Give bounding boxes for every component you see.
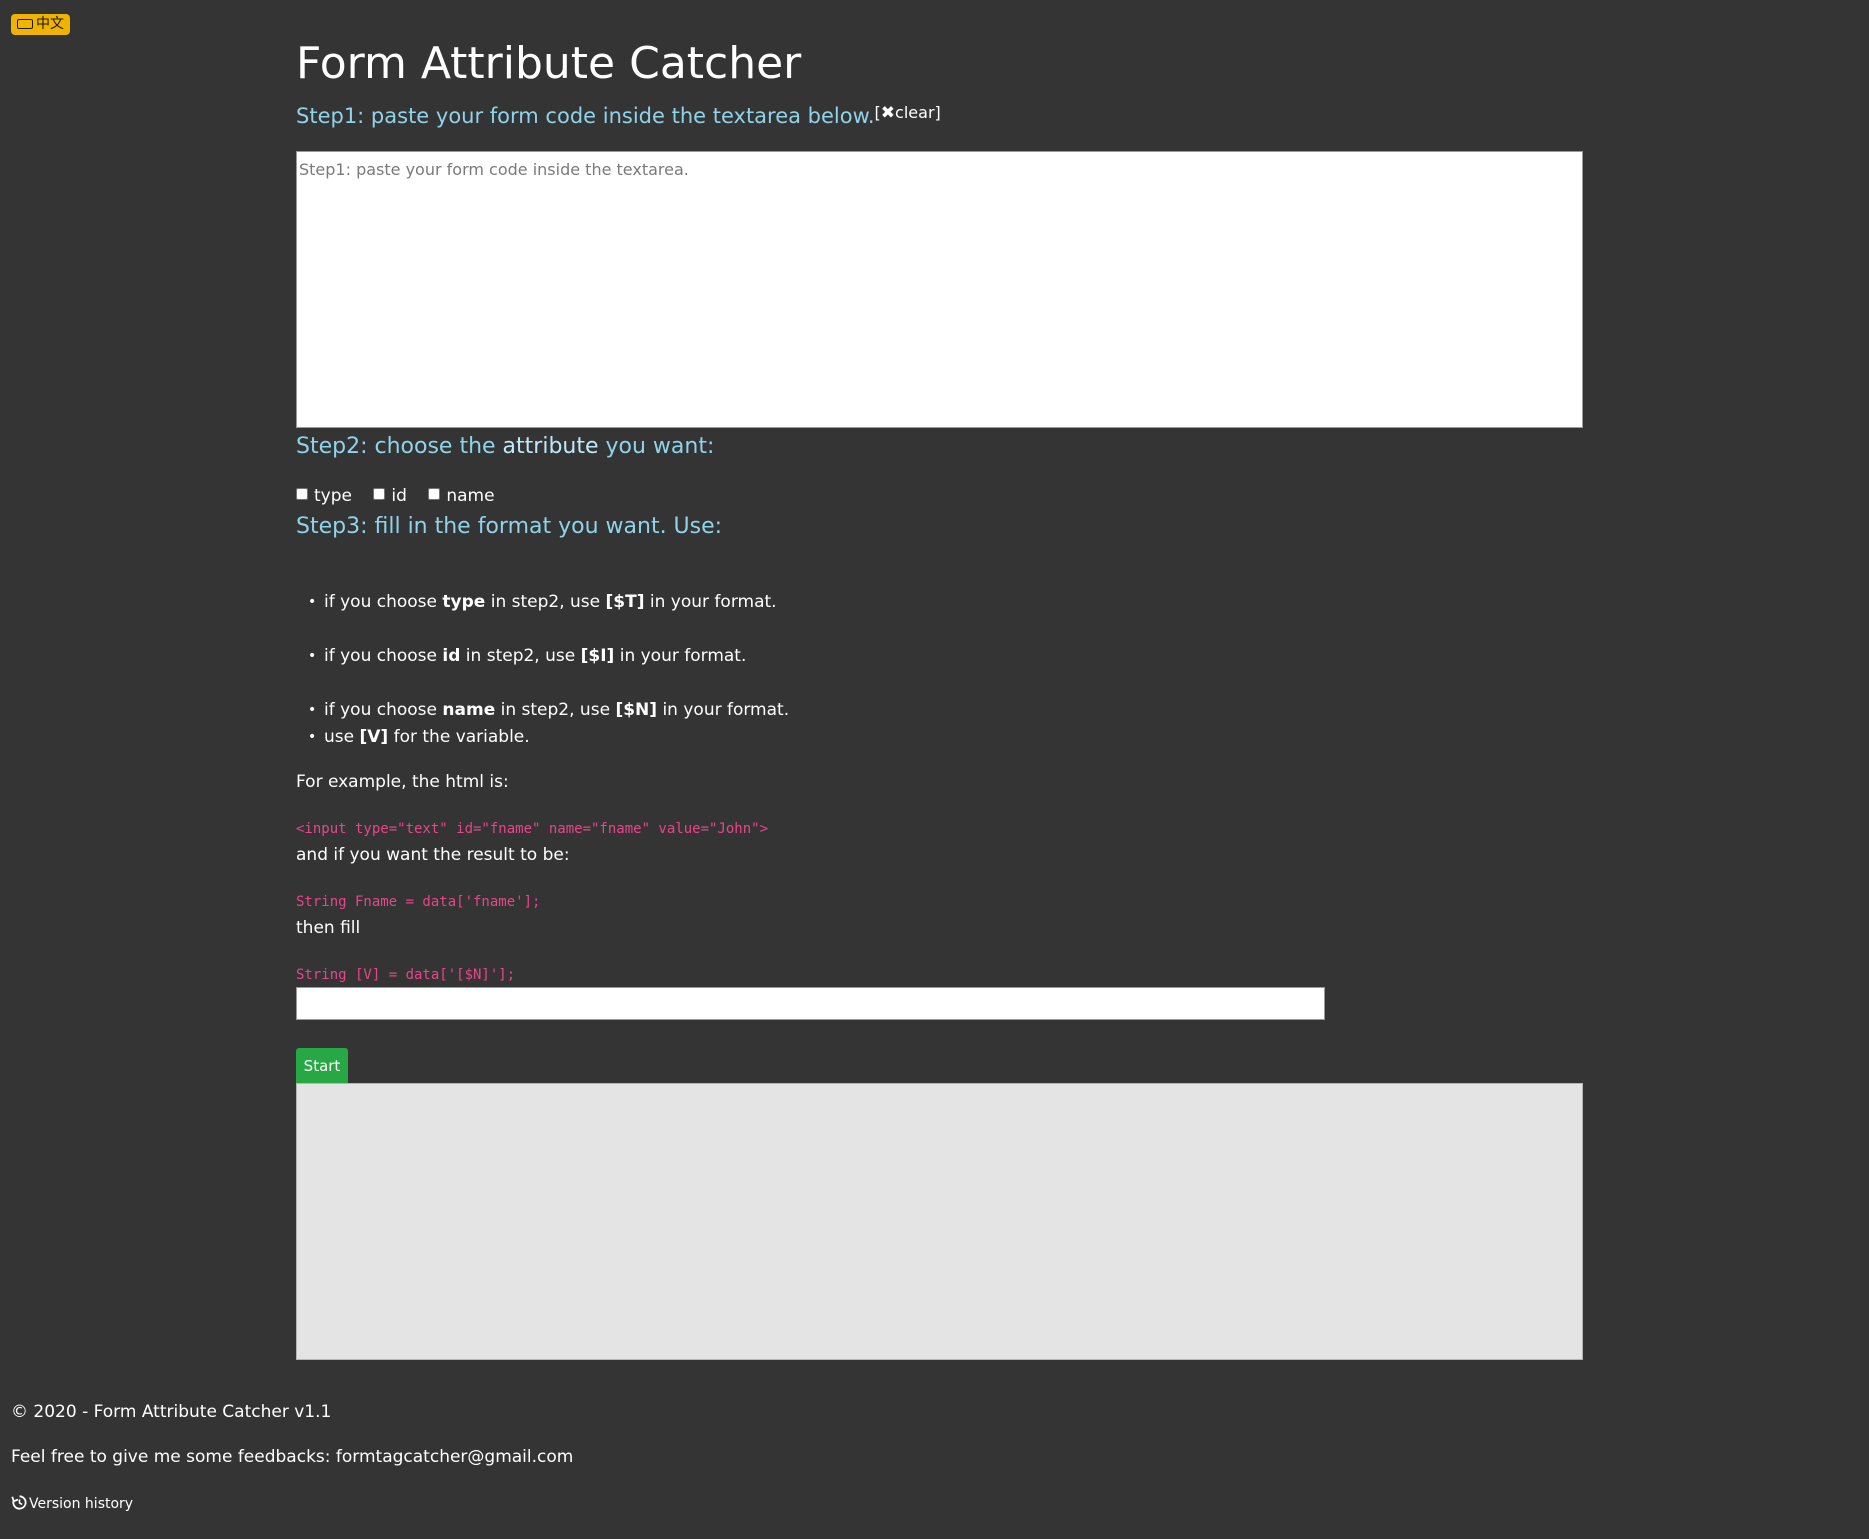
step2-heading: Step2: choose the attribute you want:: [296, 434, 715, 459]
result-intro: and if you want the result to be:: [296, 845, 570, 865]
format-input[interactable]: [296, 987, 1325, 1020]
language-label: 中文: [36, 16, 64, 32]
start-button[interactable]: Start: [296, 1048, 348, 1083]
attribute-options: type id name: [296, 486, 511, 506]
attribute-highlight: attribute: [502, 434, 599, 459]
step3-heading: Step3: fill in the format you want. Use:: [296, 514, 723, 539]
page-title: Form Attribute Catcher: [296, 38, 802, 89]
language-switch-button[interactable]: 中文: [11, 14, 70, 35]
attribute-option-name[interactable]: name: [428, 486, 495, 506]
close-icon: ✖: [880, 103, 896, 123]
history-icon: [11, 1495, 27, 1510]
example-fill-code: String [V] = data['[$N]'];: [296, 967, 516, 983]
clear-label: clear]: [895, 103, 941, 122]
fill-intro: then fill: [296, 918, 361, 938]
version-history-link[interactable]: Version history: [11, 1494, 133, 1512]
example-intro: For example, the html is:: [296, 772, 509, 792]
feedback-text: Feel free to give me some feedbacks: for…: [11, 1447, 574, 1467]
list-item: use [V] for the variable.: [308, 727, 530, 747]
example-result-code: String Fname = data['fname'];: [296, 894, 541, 910]
flag-icon: [17, 19, 33, 29]
result-textarea[interactable]: [296, 1083, 1583, 1360]
list-item: if you choose type in step2, use [$T] in…: [308, 592, 777, 612]
list-item: if you choose id in step2, use [$I] in y…: [308, 646, 746, 666]
attribute-option-id[interactable]: id: [373, 486, 407, 506]
example-html-code: <input type="text" id="fname" name="fnam…: [296, 821, 769, 837]
list-item: if you choose name in step2, use [$N] in…: [308, 700, 789, 720]
form-code-textarea[interactable]: [296, 151, 1583, 428]
name-checkbox[interactable]: [428, 488, 441, 500]
copyright-text: © 2020 - Form Attribute Catcher v1.1: [11, 1402, 332, 1422]
attribute-option-type[interactable]: type: [296, 486, 352, 506]
step1-heading: Step1: paste your form code inside the t…: [296, 103, 941, 128]
clear-button[interactable]: [✖clear]: [875, 103, 941, 123]
id-checkbox[interactable]: [373, 488, 386, 500]
step1-text: Step1: paste your form code inside the t…: [296, 104, 875, 128]
type-checkbox[interactable]: [296, 488, 308, 500]
